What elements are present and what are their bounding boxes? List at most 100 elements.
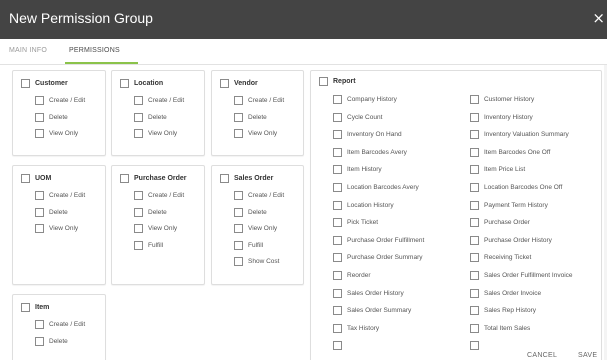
checkbox[interactable]	[134, 112, 143, 122]
checkbox-label: View Only	[248, 130, 278, 137]
checkbox-label: View Only	[148, 130, 178, 137]
checkbox[interactable]	[21, 174, 30, 183]
checkbox[interactable]	[470, 306, 479, 316]
checkbox[interactable]	[21, 79, 30, 88]
checkbox[interactable]	[333, 147, 342, 157]
checkbox[interactable]	[333, 271, 342, 280]
checkbox[interactable]	[470, 288, 479, 298]
close-icon[interactable]: ×	[592, 9, 605, 27]
checkbox-label: Delete	[49, 337, 68, 345]
checkbox[interactable]	[333, 95, 342, 104]
checkbox-label: Create / Edit	[49, 97, 86, 104]
cancel-button[interactable]: CANCEL	[527, 352, 557, 359]
dialog-titlebar: New Permission Group ×	[0, 0, 607, 39]
checkbox[interactable]	[470, 165, 479, 175]
checkbox-label: Create / Edit	[148, 192, 185, 199]
checkbox[interactable]	[234, 207, 243, 217]
checkbox[interactable]	[470, 271, 479, 280]
checkbox[interactable]	[120, 174, 129, 183]
save-button[interactable]: SAVE	[578, 352, 597, 359]
checkbox-label: Total Item Sales	[484, 324, 531, 332]
checkbox-label: Sales Order History	[347, 289, 404, 297]
group-title: Sales Order	[234, 175, 274, 182]
checkbox-label: Item Barcodes Avery	[347, 148, 407, 156]
checkbox[interactable]	[333, 341, 342, 351]
checkbox[interactable]	[134, 129, 143, 138]
checkbox[interactable]	[21, 303, 30, 312]
checkbox-label: View Only	[248, 225, 278, 232]
checkbox[interactable]	[470, 112, 479, 122]
checkbox-label: Purchase Order	[484, 219, 530, 227]
checkbox[interactable]	[134, 224, 143, 233]
checkbox[interactable]	[134, 207, 143, 217]
checkbox[interactable]	[333, 306, 342, 316]
checkbox[interactable]	[234, 112, 243, 122]
checkbox[interactable]	[333, 235, 342, 245]
checkbox[interactable]	[35, 96, 44, 105]
checkbox[interactable]	[333, 165, 342, 175]
checkbox-label: View Only	[148, 225, 178, 232]
checkbox[interactable]	[134, 96, 143, 105]
checkbox[interactable]	[234, 257, 243, 266]
checkbox[interactable]	[470, 235, 479, 245]
checkbox[interactable]	[134, 191, 143, 200]
checkbox-label: Cycle Count	[347, 113, 383, 121]
checkbox-label: Location Barcodes One Off	[484, 184, 563, 191]
checkbox[interactable]	[333, 183, 342, 192]
checkbox[interactable]	[470, 218, 479, 228]
checkbox[interactable]	[333, 323, 342, 333]
checkbox[interactable]	[319, 77, 328, 86]
checkbox[interactable]	[470, 95, 479, 104]
tab-permissions[interactable]: PERMISSIONS	[69, 47, 120, 54]
checkbox-label: Item History	[347, 166, 382, 174]
checkbox[interactable]	[35, 129, 44, 138]
tab-main-info[interactable]: MAIN INFO	[9, 47, 47, 54]
permission-group-sales-order: Sales Order Create / Edit Delete View Only F…	[211, 165, 304, 285]
checkbox[interactable]	[470, 130, 479, 140]
checkbox[interactable]	[35, 336, 44, 346]
checkbox[interactable]	[234, 224, 243, 233]
checkbox-label: Inventory Valuation Summary	[484, 131, 569, 139]
checkbox-label: Item Barcodes One Off	[484, 148, 551, 156]
checkbox[interactable]	[35, 320, 44, 329]
checkbox[interactable]	[35, 191, 44, 200]
checkbox[interactable]	[470, 147, 479, 157]
checkbox[interactable]	[220, 174, 229, 183]
checkbox-label: Inventory On Hand	[347, 131, 402, 139]
checkbox-label: Fulfill	[248, 241, 264, 249]
checkbox[interactable]	[470, 253, 479, 263]
checkbox-label: Sales Rep History	[484, 307, 537, 315]
group-title: Purchase Order	[134, 175, 187, 182]
permission-group-item: Item Create / Edit Delete	[12, 294, 106, 360]
group-title: UOM	[35, 175, 52, 182]
checkbox-label: Delete	[248, 208, 267, 216]
checkbox[interactable]	[470, 183, 479, 192]
checkbox[interactable]	[333, 130, 342, 140]
checkbox[interactable]	[333, 288, 342, 298]
checkbox[interactable]	[35, 207, 44, 217]
checkbox[interactable]	[333, 200, 342, 210]
checkbox[interactable]	[333, 218, 342, 228]
checkbox[interactable]	[333, 112, 342, 122]
checkbox-label: Purchase Order Fulfillment	[347, 236, 425, 244]
checkbox-label: View Only	[49, 225, 79, 232]
checkbox[interactable]	[234, 96, 243, 105]
checkbox-label: Receiving Ticket	[484, 254, 532, 262]
checkbox[interactable]	[35, 112, 44, 122]
checkbox[interactable]	[333, 253, 342, 263]
checkbox[interactable]	[470, 200, 479, 210]
checkbox[interactable]	[134, 240, 143, 250]
checkbox-label: Customer History	[484, 96, 535, 103]
checkbox[interactable]	[234, 129, 243, 138]
checkbox[interactable]	[470, 341, 479, 351]
checkbox[interactable]	[120, 79, 129, 88]
checkbox-label: Create / Edit	[248, 97, 285, 104]
checkbox-label: Sales Order Invoice	[484, 289, 542, 297]
checkbox[interactable]	[35, 224, 44, 233]
checkbox[interactable]	[234, 191, 243, 200]
checkbox[interactable]	[234, 240, 243, 250]
checkbox[interactable]	[470, 323, 479, 333]
checkbox-label: Sales Order Fulfillment Invoice	[484, 272, 573, 279]
checkbox-label: Create / Edit	[148, 97, 185, 104]
checkbox[interactable]	[220, 79, 229, 88]
